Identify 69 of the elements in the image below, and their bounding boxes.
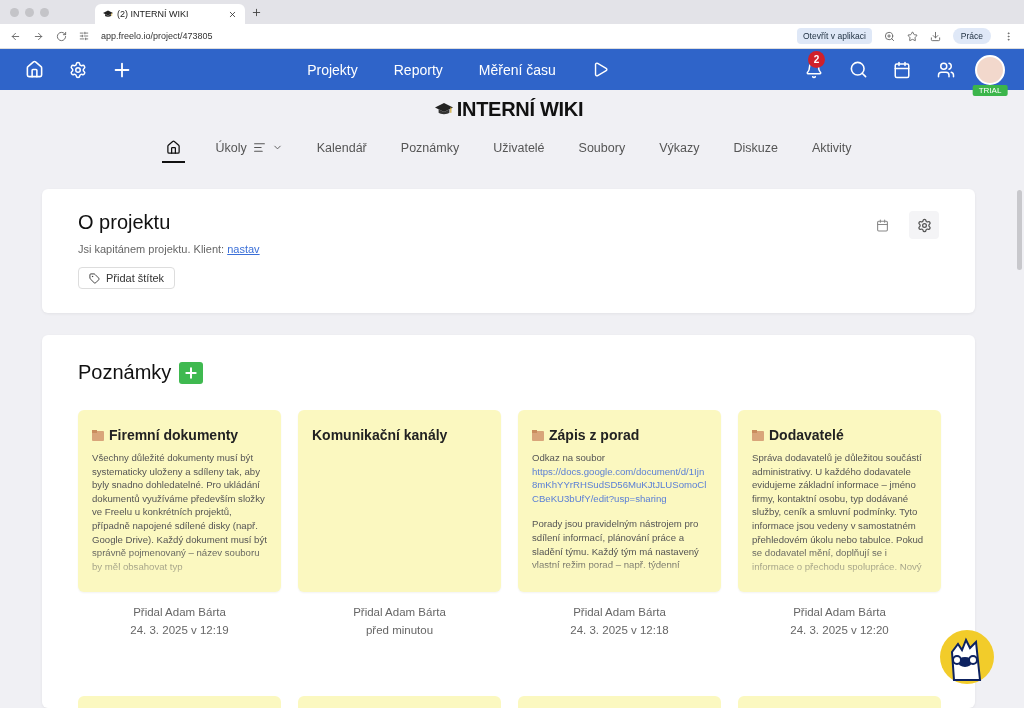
close-icon[interactable]: [228, 9, 237, 19]
graduation-cap-icon: [434, 102, 453, 117]
nav-link[interactable]: Měření času: [478, 61, 556, 78]
note-title: Dodavatelé: [769, 427, 844, 443]
note-text: Porady jsou pravidelným nástrojem pro sdílení informací, plánování práce a sladění týmu. Každý tým má nastavený vlastní režim porad – např. týdenní: [532, 517, 700, 572]
note-title: Firemní dokumenty: [109, 427, 239, 443]
calendar-icon: [875, 218, 889, 232]
zoom-icon[interactable]: [883, 30, 895, 42]
add-note-button[interactable]: [179, 361, 204, 384]
users-icon[interactable]: [937, 60, 955, 79]
bookmark-icon[interactable]: [906, 30, 918, 42]
note-title: Komunikační kanály: [312, 427, 448, 443]
home-icon[interactable]: [24, 60, 44, 79]
note-card[interactable]: [738, 410, 941, 592]
note-card[interactable]: [78, 410, 281, 592]
project-tab[interactable]: Výkazy: [655, 134, 704, 163]
note-meta: Přidal Adam Bárta 24. 3. 2025 v 12:18: [570, 605, 669, 638]
home-icon: [166, 140, 182, 155]
forward-icon[interactable]: [33, 30, 44, 42]
settings-icon[interactable]: [69, 60, 87, 79]
tab-title: (2) INTERNÍ WIKI: [117, 9, 190, 19]
note-title: Zápis z porad: [549, 427, 640, 443]
section-title: O projektu: [78, 211, 172, 234]
search-icon[interactable]: [848, 60, 868, 79]
url-field[interactable]: app.freelo.io/project/473805: [101, 31, 785, 41]
project-tab[interactable]: Aktivity: [807, 134, 856, 163]
profile-button[interactable]: Práce: [952, 28, 991, 44]
project-tab[interactable]: Poznámky: [396, 134, 464, 163]
list-icon: [252, 141, 266, 154]
new-tab-icon[interactable]: [251, 6, 262, 18]
window-zoom-dot[interactable]: [40, 7, 49, 17]
tag-icon: [89, 272, 100, 284]
nav-link[interactable]: Reporty: [393, 61, 443, 78]
site-settings-icon[interactable]: [79, 31, 89, 41]
notification-count: 2: [808, 50, 825, 68]
client-link[interactable]: nastav: [227, 243, 260, 255]
reload-icon[interactable]: [56, 30, 67, 42]
mascot-icon[interactable]: [940, 630, 994, 684]
project-tab[interactable]: Úkoly: [211, 134, 287, 163]
project-tab[interactable]: Kalendář: [312, 134, 371, 163]
note-meta: Přidal Adam Bárta 24. 3. 2025 v 12:20: [790, 605, 889, 638]
section-title: Poznámky: [78, 361, 172, 384]
note-text: Všechny důležité dokumenty musí být systematicky uloženy a sdíleny tak, aby byly snadno dohledatelné. Pro ukládání dokumentů využíváme především složky ve Freelu u konkrétních projektů, případně napojené sdílené disky (např. Google Drive). Každý dokument musí být správně pojmenovaný – název souboru by měl obsahovat typ: [92, 451, 268, 574]
project-tab[interactable]: Diskuze: [729, 134, 782, 163]
graduation-cap-icon: [103, 10, 113, 18]
settings-button[interactable]: [909, 211, 939, 239]
document-link[interactable]: https://docs.google.com/document/d/1Ijn8mKhYYrRHSudSD56MuKJtJLUSomoClCBeKU3bUfY/edit?usp=sharing: [532, 464, 709, 506]
settings-icon: [916, 217, 932, 233]
note-card[interactable]: Komunikační kanály: [298, 410, 501, 592]
window-minimize-dot[interactable]: [25, 7, 34, 17]
add-tag-button[interactable]: Přidat štítek: [78, 267, 176, 289]
project-title: INTERNÍ WIKI: [456, 98, 584, 121]
avatar[interactable]: [975, 54, 1005, 85]
client-text: Jsi kapitánem projektu. Klient: nastav: [78, 243, 261, 255]
download-icon[interactable]: [929, 30, 941, 42]
nav-link[interactable]: Projekty: [307, 61, 358, 78]
trial-badge: TRIAL: [972, 84, 1008, 96]
window-close-dot[interactable]: [10, 7, 19, 17]
note-text: Odkaz na soubor: [532, 451, 606, 465]
note-text: Správa dodavatelů je důležitou součástí administrativy. U každého dodavatele evidujeme základní informace – jméno firmy, kontaktní osobu, typ dodávané služby, ceník a smluvní podmínky. Tyto informace jsou vedeny v samostatném přehledovém úkolu nebo tabulce. Pokud se dodavatel mění, doplňují se i informace o přechodu spolupráce. Nový: [752, 451, 925, 574]
note-meta: Přidal Adam Bárta 24. 3. 2025 v 12:19: [130, 605, 229, 638]
back-icon[interactable]: [10, 30, 21, 42]
project-tab[interactable]: Uživatelé: [489, 134, 549, 163]
browser-tab[interactable]: (2) INTERNÍ WIKI: [95, 4, 245, 24]
note-card[interactable]: [518, 410, 721, 592]
note-meta: Přidal Adam Bárta před minutou: [353, 605, 446, 638]
open-in-app-button[interactable]: Otevřít v aplikaci: [796, 28, 872, 44]
project-tab[interactable]: Soubory: [574, 134, 630, 163]
calendar-icon[interactable]: [893, 60, 911, 79]
